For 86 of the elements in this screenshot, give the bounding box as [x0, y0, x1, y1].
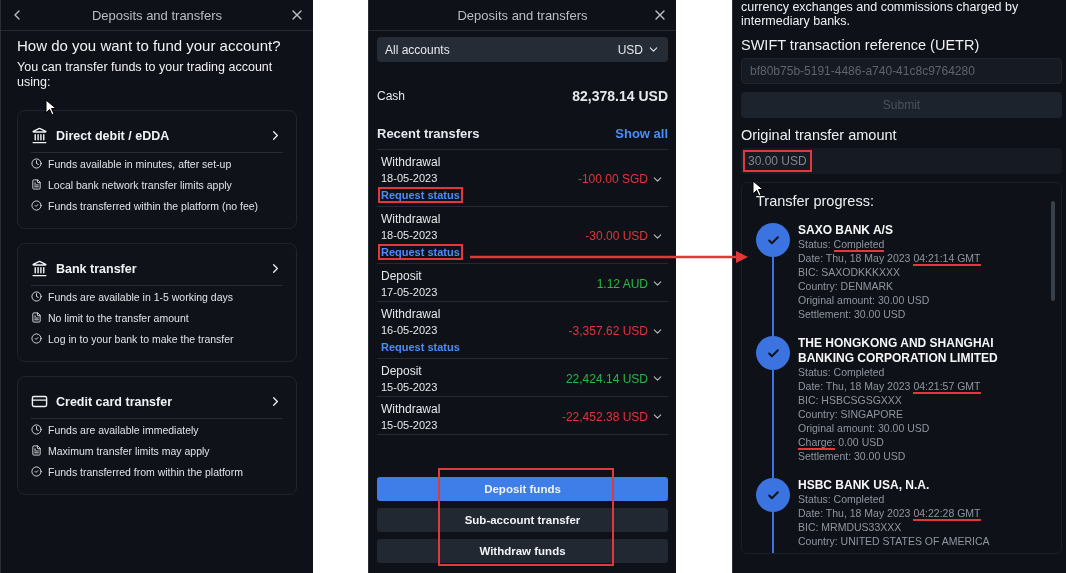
feature-text: Funds available in minutes, after set-up: [48, 157, 232, 170]
step-detail: BIC: MRMDUS33XXX: [798, 521, 903, 535]
screen-title: Deposits and transfers: [457, 7, 588, 23]
feature-text: Maximum transfer limits may apply: [48, 444, 210, 457]
account-select[interactable]: All accounts USD: [377, 37, 668, 62]
step-detail: Settlement: 30.00 USD: [798, 450, 907, 464]
transfer-amount[interactable]: -3,357.62 USD: [568, 324, 664, 338]
field-label: SWIFT transaction reference (UETR): [741, 37, 981, 53]
section-title: Recent transfers: [377, 126, 480, 141]
clock-icon: [31, 291, 42, 302]
step-detail: BIC: HSBCSGSGXXX: [798, 394, 903, 408]
bank-name: HSBC BANK USA, N.A.: [798, 478, 931, 493]
document-icon: [31, 312, 42, 323]
clock-icon: [31, 158, 42, 169]
transfer-date: 15-05-2023: [381, 419, 438, 431]
step-detail: Date: Thu, 18 May 2023 04:21:14 GMT: [798, 252, 981, 266]
step-detail: Country: UNITED STATES OF AMERICA: [798, 535, 990, 549]
transfer-date: 18-05-2023: [381, 229, 438, 241]
transfer-date: 18-05-2023: [381, 172, 438, 184]
step-detail: Status: Completed: [798, 366, 886, 380]
step-detail: Status: Completed: [798, 493, 886, 507]
check-circle-icon: [31, 200, 42, 211]
feature-text: Funds transferred from within the platform: [48, 465, 243, 478]
subtitle: You can transfer funds to your trading account using:: [17, 60, 274, 90]
transfer-type: Withdrawal: [381, 307, 441, 321]
method-button[interactable]: Bank transfer: [31, 252, 283, 286]
step-detail: Country: SINGAPORE: [798, 408, 905, 422]
transfer-type: Withdrawal: [381, 402, 441, 416]
cursor-icon: [45, 99, 57, 116]
action-button[interactable]: Deposit funds: [377, 477, 668, 501]
clock-icon: [31, 424, 42, 435]
cash-label: Cash: [377, 89, 405, 103]
feature-text: Funds are available in 1-5 working days: [48, 290, 234, 303]
feature-text: Funds are available immediately: [48, 423, 199, 436]
step-detail: Charge: 0.00 USD: [798, 436, 885, 450]
step-detail: Original amount: 30.00 USD: [798, 294, 931, 308]
check-circle-icon: [31, 333, 42, 344]
bank-name: SAXO BANK A/S: [798, 223, 894, 238]
step-detail: Settlement: 30.00 USD: [798, 308, 907, 322]
credit-card-icon: [31, 393, 48, 410]
document-icon: [31, 179, 42, 190]
transfer-date: 16-05-2023: [381, 324, 438, 336]
bank-icon: [31, 260, 48, 277]
feature-text: No limit to the transfer amount: [48, 311, 189, 324]
action-button[interactable]: Sub-account transfer: [377, 508, 668, 532]
bank-name: THE HONGKONG AND SHANGHAI BANKING CORPORATION LIMITED: [798, 336, 999, 366]
cash-value: 82,378.14 USD: [572, 88, 668, 104]
step-detail: Original amount: 30.00 USD: [798, 422, 931, 436]
amount-field[interactable]: 30.00 USD: [741, 148, 1062, 174]
show-all-link[interactable]: Show all: [615, 126, 668, 141]
transfer-type: Deposit: [381, 269, 422, 283]
reference-field[interactable]: bf80b75b-5191-4486-a740-41c8c9764280: [741, 58, 1062, 84]
method-button[interactable]: Credit card transfer: [31, 385, 283, 419]
page-heading: How do you want to fund your account?: [17, 37, 282, 54]
request-status-link[interactable]: Request status: [378, 187, 463, 203]
transfer-date: 17-05-2023: [381, 286, 438, 298]
feature-text: Funds transferred within the platform (no fee): [48, 199, 259, 212]
step-detail: BIC: SAXODKKKXXX: [798, 266, 902, 280]
feature-text: Log in to your bank to make the transfer: [48, 332, 234, 345]
document-icon: [31, 445, 42, 456]
request-status-link[interactable]: Request status: [378, 339, 463, 355]
request-status-link[interactable]: Request status: [378, 244, 463, 260]
transfer-amount[interactable]: 22,424.14 USD: [565, 371, 664, 386]
step-detail: Date: Thu, 18 May 2023 04:21:57 GMT: [798, 380, 982, 394]
bank-icon: [31, 127, 48, 144]
field-label: Original transfer amount: [741, 127, 898, 143]
scrollbar[interactable]: [1051, 201, 1055, 301]
feature-text: Local bank network transfer limits apply: [48, 178, 232, 191]
screen-title: Deposits and transfers: [91, 7, 223, 23]
transfer-amount[interactable]: -30.00 USD: [585, 229, 664, 243]
method-button[interactable]: Direct debit / eDDA: [31, 119, 283, 153]
step-detail: Status: Completed: [798, 238, 886, 252]
transfer-amount[interactable]: -100.00 SGD: [577, 172, 664, 186]
transfer-amount[interactable]: -22,452.38 USD: [561, 409, 664, 424]
transfer-type: Withdrawal: [381, 155, 441, 169]
transfer-type: Withdrawal: [381, 212, 441, 226]
transfer-date: 15-05-2023: [381, 381, 438, 393]
transfer-type: Deposit: [381, 364, 422, 378]
action-button[interactable]: Withdraw funds: [377, 539, 668, 563]
transfer-amount[interactable]: 1.12 AUD: [596, 276, 664, 291]
step-detail: Country: DENMARK: [798, 280, 895, 294]
intro-text: currency exchanges and commissions charged by intermediary banks.: [741, 0, 1020, 28]
step-detail: Date: Thu, 18 May 2023 04:22:28 GMT: [798, 507, 982, 521]
progress-title: Transfer progress:: [756, 193, 875, 209]
cursor-icon: [752, 180, 764, 197]
check-circle-icon: [31, 466, 42, 477]
